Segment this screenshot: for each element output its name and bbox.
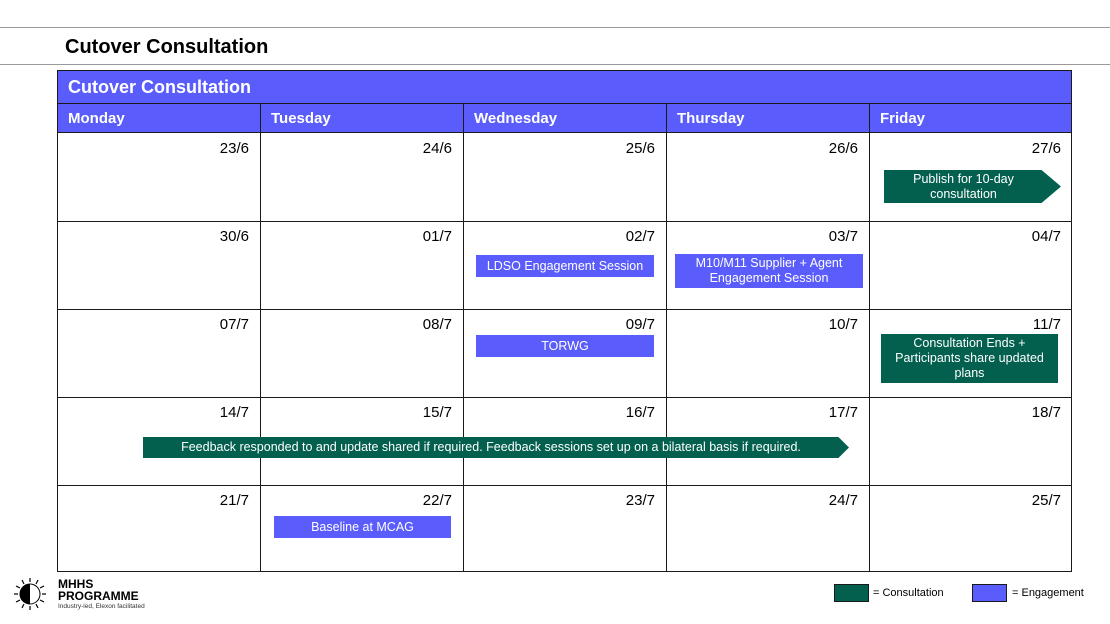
date-cell: 01/7 xyxy=(392,228,452,245)
legend-engagement-swatch xyxy=(972,584,1007,602)
date-cell: 08/7 xyxy=(392,316,452,333)
date-cell: 04/7 xyxy=(1001,228,1061,245)
date-cell: 23/6 xyxy=(189,140,249,157)
grid-line xyxy=(869,104,870,572)
date-cell: 24/7 xyxy=(798,492,858,509)
date-cell: 07/7 xyxy=(189,316,249,333)
date-cell: 22/7 xyxy=(392,492,452,509)
date-cell: 26/6 xyxy=(798,140,858,157)
day-header-thursday: Thursday xyxy=(667,104,745,133)
calendar-title: Cutover Consultation xyxy=(58,71,1071,104)
date-cell: 24/6 xyxy=(392,140,452,157)
event-torwg[interactable]: TORWG xyxy=(476,335,654,357)
logo-tagline: Industry-led, Elexon facilitated xyxy=(58,603,145,610)
mhhs-logo-icon xyxy=(12,576,48,617)
grid-line xyxy=(58,221,1071,222)
date-cell: 10/7 xyxy=(798,316,858,333)
event-publish-consultation[interactable]: Publish for 10-day consultation xyxy=(884,170,1061,203)
grid-line xyxy=(260,104,261,572)
logo-text-programme: PROGRAMME xyxy=(58,590,139,602)
day-header-friday: Friday xyxy=(870,104,925,133)
date-cell: 30/6 xyxy=(189,228,249,245)
calendar: Cutover Consultation Monday Tuesday Wedn… xyxy=(57,70,1072,572)
grid-line xyxy=(58,309,1071,310)
day-header-tuesday: Tuesday xyxy=(261,104,331,133)
date-cell: 15/7 xyxy=(392,404,452,421)
date-cell: 17/7 xyxy=(798,404,858,421)
event-m10-m11-engagement[interactable]: M10/M11 Supplier + Agent Engagement Sess… xyxy=(675,254,863,288)
date-cell: 25/7 xyxy=(1001,492,1061,509)
top-rule xyxy=(0,27,1110,28)
page-title: Cutover Consultation xyxy=(65,36,268,59)
date-cell: 18/7 xyxy=(1001,404,1061,421)
legend-consultation-label: = Consultation xyxy=(873,587,944,599)
date-cell: 27/6 xyxy=(1001,140,1061,157)
title-rule xyxy=(0,64,1110,65)
event-ldso-engagement[interactable]: LDSO Engagement Session xyxy=(476,255,654,277)
date-cell: 21/7 xyxy=(189,492,249,509)
date-cell: 14/7 xyxy=(189,404,249,421)
legend-consultation-swatch xyxy=(834,584,869,602)
event-baseline-mcag[interactable]: Baseline at MCAG xyxy=(274,516,451,538)
date-cell: 03/7 xyxy=(798,228,858,245)
date-cell: 16/7 xyxy=(595,404,655,421)
grid-line xyxy=(666,104,667,572)
date-cell: 11/7 xyxy=(1001,316,1061,333)
date-cell: 02/7 xyxy=(595,228,655,245)
date-cell: 25/6 xyxy=(595,140,655,157)
date-cell: 09/7 xyxy=(595,316,655,333)
date-cell: 23/7 xyxy=(595,492,655,509)
grid-line xyxy=(58,397,1071,398)
event-feedback[interactable]: Feedback responded to and update shared … xyxy=(143,437,849,458)
day-header-row: Monday Tuesday Wednesday Thursday Friday xyxy=(58,104,1071,133)
grid-line xyxy=(58,485,1071,486)
event-consultation-ends[interactable]: Consultation Ends + Participants share u… xyxy=(881,334,1058,383)
day-header-wednesday: Wednesday xyxy=(464,104,557,133)
day-header-monday: Monday xyxy=(58,104,125,133)
legend-engagement-label: = Engagement xyxy=(1012,587,1084,599)
grid-line xyxy=(463,104,464,572)
